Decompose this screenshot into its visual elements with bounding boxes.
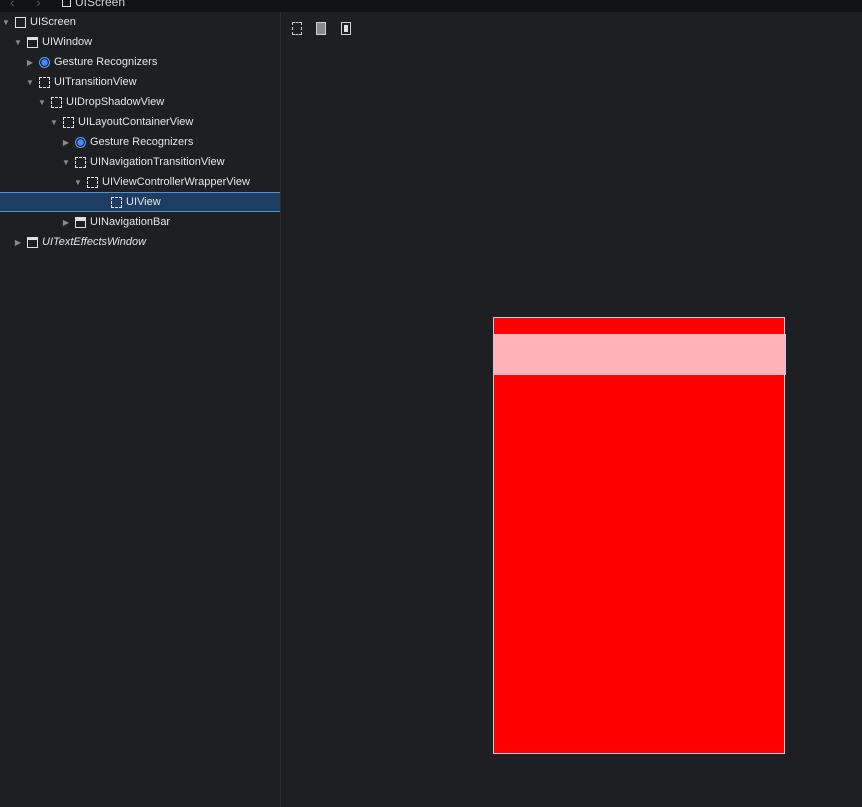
breadcrumb[interactable]: UIScreen: [62, 0, 125, 9]
window-icon: [27, 36, 38, 48]
content-icon[interactable]: [316, 22, 326, 35]
wireframe-content-icon[interactable]: [341, 22, 351, 35]
tree-row-label: UINavigationTransitionView: [90, 156, 225, 168]
tree-row[interactable]: ▼ UIScreen: [0, 12, 280, 32]
disclosure-collapsed-icon[interactable]: ▶: [60, 138, 72, 147]
tree-row-label: Gesture Recognizers: [54, 56, 158, 68]
disclosure-expanded-icon[interactable]: ▼: [12, 38, 24, 47]
disclosure-expanded-icon[interactable]: ▼: [48, 118, 60, 127]
tree-row[interactable]: UIView: [0, 192, 280, 212]
window-icon: [27, 236, 38, 248]
view-icon: [51, 96, 62, 108]
forward-arrow-icon[interactable]: ›: [36, 0, 41, 10]
navigation-bar-frame[interactable]: [493, 334, 786, 375]
screen-icon: [15, 16, 26, 28]
disclosure-collapsed-icon[interactable]: ▶: [12, 238, 24, 247]
tree-row-label: UIDropShadowView: [66, 96, 165, 108]
disclosure-expanded-icon[interactable]: ▼: [24, 78, 36, 87]
disclosure-collapsed-icon[interactable]: ▶: [24, 58, 36, 67]
tree-row-label: UILayoutContainerView: [78, 116, 194, 128]
uiview-frame[interactable]: [493, 317, 785, 754]
gesture-icon: [39, 56, 50, 68]
tree-row[interactable]: ▼ UILayoutContainerView: [0, 112, 280, 132]
tree-row-label: UIScreen: [30, 16, 76, 28]
tree-row-label: UIViewControllerWrapperView: [102, 176, 250, 188]
tree-row-label: UINavigationBar: [90, 216, 171, 228]
gesture-icon: [75, 136, 86, 148]
tree-row-label: UITextEffectsWindow: [42, 236, 147, 248]
tree-row-label: Gesture Recognizers: [90, 136, 194, 148]
tree-row[interactable]: ▼ UIViewControllerWrapperView: [0, 172, 280, 192]
screen-icon: [62, 0, 71, 7]
view-hierarchy-navigator: ▼ UIScreen ▼ UIWindow ▶ Gesture Recognizers ▼ U…: [0, 12, 281, 807]
tree-row-label: UIView: [126, 196, 161, 208]
tree-row[interactable]: ▼ UITransitionView: [0, 72, 280, 92]
view-debugger-canvas[interactable]: [281, 12, 862, 807]
tree-row[interactable]: ▶ Gesture Recognizers: [0, 52, 280, 72]
disclosure-expanded-icon[interactable]: ▼: [36, 98, 48, 107]
tree-row-label: UIWindow: [42, 36, 93, 48]
view-icon: [75, 156, 86, 168]
disclosure-collapsed-icon[interactable]: ▶: [60, 218, 72, 227]
wireframe-icon[interactable]: [292, 22, 302, 35]
disclosure-expanded-icon[interactable]: ▼: [72, 178, 84, 187]
back-arrow-icon[interactable]: ‹: [10, 0, 15, 10]
tree-row[interactable]: ▼ UINavigationTransitionView: [0, 152, 280, 172]
breadcrumb-label: UIScreen: [75, 0, 126, 9]
tree-row[interactable]: ▼ UIWindow: [0, 32, 280, 52]
tree-row[interactable]: ▶ UITextEffectsWindow: [0, 232, 280, 252]
disclosure-expanded-icon[interactable]: ▼: [0, 18, 12, 27]
tree-row[interactable]: ▶ UINavigationBar: [0, 212, 280, 232]
disclosure-expanded-icon[interactable]: ▼: [60, 158, 72, 167]
view-icon: [111, 196, 122, 208]
tree-row-label: UITransitionView: [54, 76, 137, 88]
tree-row[interactable]: ▼ UIDropShadowView: [0, 92, 280, 112]
tree-row[interactable]: ▶ Gesture Recognizers: [0, 132, 280, 152]
navbar-icon: [75, 216, 86, 228]
view-icon: [63, 116, 74, 128]
view-icon: [39, 76, 50, 88]
view-icon: [87, 176, 98, 188]
